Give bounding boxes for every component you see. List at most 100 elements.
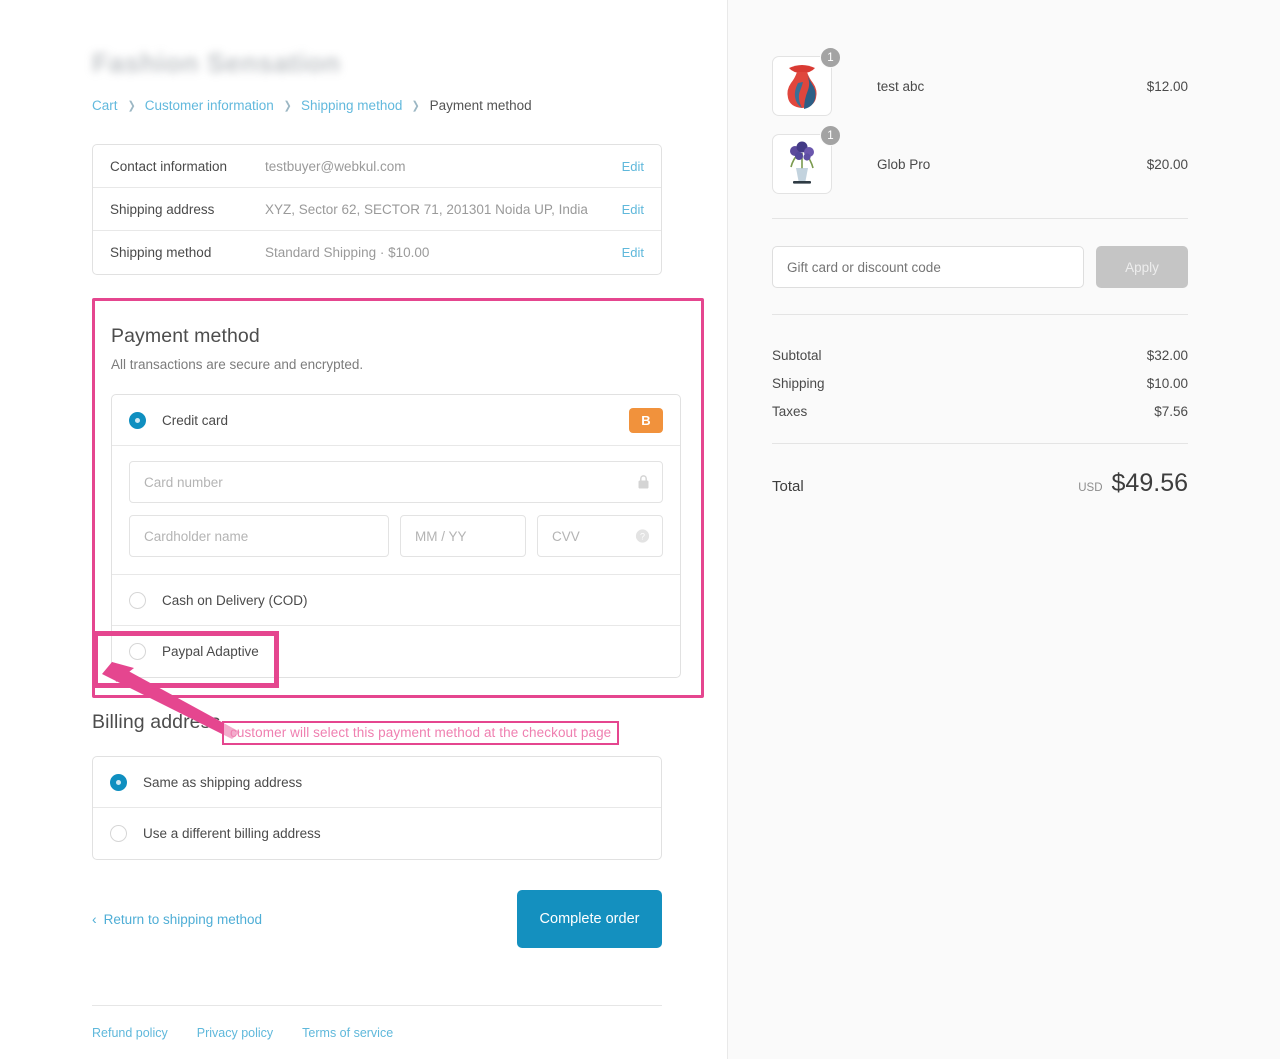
order-review-box: Contact information testbuyer@webkul.com… (92, 144, 662, 275)
billing-option-same-as-shipping[interactable]: Same as shipping address (93, 757, 661, 808)
product-thumbnail-wrap: 1 (772, 47, 841, 116)
terms-of-service-link[interactable]: Terms of service (302, 1026, 393, 1040)
chevron-right-icon: ❯ (127, 99, 136, 112)
card-number-field[interactable]: Card number (129, 461, 663, 503)
discount-code-input[interactable] (772, 246, 1084, 288)
radio-cash-on-delivery[interactable] (129, 591, 146, 609)
refund-policy-link[interactable]: Refund policy (92, 1026, 168, 1040)
return-to-shipping-method-link[interactable]: ‹ Return to shipping method (92, 912, 262, 927)
lock-icon (637, 475, 650, 490)
checkout-actions: ‹ Return to shipping method Complete ord… (92, 890, 662, 948)
edit-shipping-address-link[interactable]: Edit (622, 202, 644, 217)
radio-different-billing-address[interactable] (110, 825, 127, 842)
summary-item-price: $20.00 (1146, 156, 1188, 172)
cardholder-name-field[interactable]: Cardholder name (129, 515, 389, 557)
payment-option-credit-card[interactable]: Credit card B (112, 395, 680, 446)
privacy-policy-link[interactable]: Privacy policy (197, 1026, 273, 1040)
review-row-shipping-method: Shipping method Standard Shipping · $10.… (93, 231, 661, 274)
summary-divider (772, 218, 1188, 219)
payment-option-label: Credit card (162, 412, 229, 428)
discount-code-row: Apply (772, 246, 1188, 288)
total-label: Taxes (772, 403, 808, 419)
review-label: Shipping address (110, 201, 215, 217)
payment-option-cod[interactable]: Cash on Delivery (COD) (112, 575, 680, 626)
review-value: testbuyer@webkul.com (265, 158, 406, 174)
store-logo: Fashion Sensation (92, 48, 341, 78)
complete-order-button[interactable]: Complete order (517, 890, 662, 948)
review-value: Standard Shipping · $10.00 (265, 245, 430, 260)
billing-option-label: Use a different billing address (143, 826, 321, 841)
radio-credit-card[interactable] (129, 411, 146, 429)
summary-total-row-subtotal: Subtotal $32.00 (772, 341, 1188, 369)
grand-total-label: Total (772, 478, 804, 495)
review-label: Shipping method (110, 245, 212, 260)
vase-image (787, 65, 817, 109)
edit-contact-link[interactable]: Edit (622, 159, 644, 174)
quantity-badge: 1 (820, 47, 841, 68)
card-number-placeholder: Card number (144, 474, 223, 490)
edit-shipping-method-link[interactable]: Edit (622, 245, 644, 260)
card-cvv-placeholder: CVV (552, 528, 580, 544)
breadcrumb-item-cart[interactable]: Cart (92, 98, 118, 113)
card-expiry-field[interactable]: MM / YY (400, 515, 526, 557)
breadcrumb-item-customer-information[interactable]: Customer information (145, 98, 274, 113)
total-label: Shipping (772, 375, 825, 391)
payment-method-subtitle: All transactions are secure and encrypte… (111, 357, 364, 372)
payment-option-label: Paypal Adaptive (162, 644, 259, 659)
radio-paypal-adaptive[interactable] (129, 643, 146, 660)
total-amount: $10.00 (1146, 375, 1188, 391)
apply-discount-button[interactable]: Apply (1096, 246, 1188, 288)
checkout-footer: Refund policy Privacy policy Terms of se… (92, 1005, 662, 1040)
chevron-right-icon: ❯ (412, 99, 420, 112)
credit-card-fields: Card number Cardholder name MM / YY CVV … (112, 446, 680, 575)
summary-total-row-shipping: Shipping $10.00 (772, 369, 1188, 397)
summary-grand-total: Total USD $49.56 (772, 464, 1188, 498)
chevron-left-icon: ‹ (92, 911, 97, 927)
review-value: XYZ, Sector 62, SECTOR 71, 201301 Noida … (265, 201, 588, 217)
billing-option-different-address[interactable]: Use a different billing address (93, 808, 661, 859)
payment-method-list: Credit card B Card number Cardholder nam… (111, 394, 681, 678)
payment-option-label: Cash on Delivery (COD) (162, 592, 308, 608)
review-row-contact: Contact information testbuyer@webkul.com… (93, 145, 661, 188)
payment-method-section: Payment method All transactions are secu… (92, 298, 704, 698)
quantity-badge: 1 (820, 125, 841, 146)
checkout-page: Fashion Sensation Cart ❯ Customer inform… (0, 0, 1280, 1059)
total-label: Subtotal (772, 347, 822, 363)
help-circle-icon[interactable]: ? (635, 529, 650, 544)
summary-total-row-taxes: Taxes $7.56 (772, 397, 1188, 425)
grand-total-value-wrap: USD $49.56 (1078, 469, 1188, 498)
main-content: Fashion Sensation Cart ❯ Customer inform… (0, 0, 704, 1040)
payment-method-title: Payment method (111, 325, 260, 347)
breadcrumb: Cart ❯ Customer information ❯ Shipping m… (92, 96, 635, 114)
order-summary-column: 1 test abc $12.00 1 Glob Pro $20.00 Gift… (727, 0, 1280, 1059)
checkout-main-column: Fashion Sensation Cart ❯ Customer inform… (0, 0, 727, 1059)
review-label: Contact information (110, 158, 228, 174)
review-row-shipping-address: Shipping address XYZ, Sector 62, SECTOR … (93, 188, 661, 231)
summary-divider (772, 314, 1188, 315)
bouquet-image (790, 141, 814, 184)
radio-same-as-shipping[interactable] (110, 773, 127, 791)
payment-option-paypal-adaptive[interactable]: Paypal Adaptive (112, 626, 680, 677)
svg-text:?: ? (640, 532, 645, 542)
summary-line-item: 1 Glob Pro $20.00 (772, 125, 1188, 203)
summary-item-price: $12.00 (1146, 78, 1188, 94)
payment-method-inner: Payment method All transactions are secu… (92, 298, 704, 678)
bogus-gateway-badge: B (629, 407, 663, 433)
card-details-row: Cardholder name MM / YY CVV ? (129, 515, 663, 557)
cardholder-name-placeholder: Cardholder name (144, 528, 249, 544)
summary-totals: Subtotal $32.00 Shipping $10.00 Taxes $7… (772, 341, 1188, 425)
currency-code: USD (1078, 482, 1103, 494)
summary-item-name: Glob Pro (877, 156, 931, 172)
total-amount: $7.56 (1154, 403, 1188, 419)
breadcrumb-item-payment-method: Payment method (429, 97, 532, 113)
card-cvv-field[interactable]: CVV ? (537, 515, 663, 557)
breadcrumb-item-shipping-method[interactable]: Shipping method (301, 98, 402, 113)
grand-total-amount: $49.56 (1111, 469, 1188, 497)
summary-item-name: test abc (877, 78, 925, 94)
billing-address-options: Same as shipping address Use a different… (92, 756, 662, 860)
annotation-callout-text: customer will select this payment method… (222, 721, 620, 745)
product-thumbnail-wrap: 1 (772, 125, 841, 194)
return-link-label: Return to shipping method (103, 911, 263, 927)
summary-divider (772, 443, 1188, 444)
billing-option-label: Same as shipping address (143, 774, 303, 790)
